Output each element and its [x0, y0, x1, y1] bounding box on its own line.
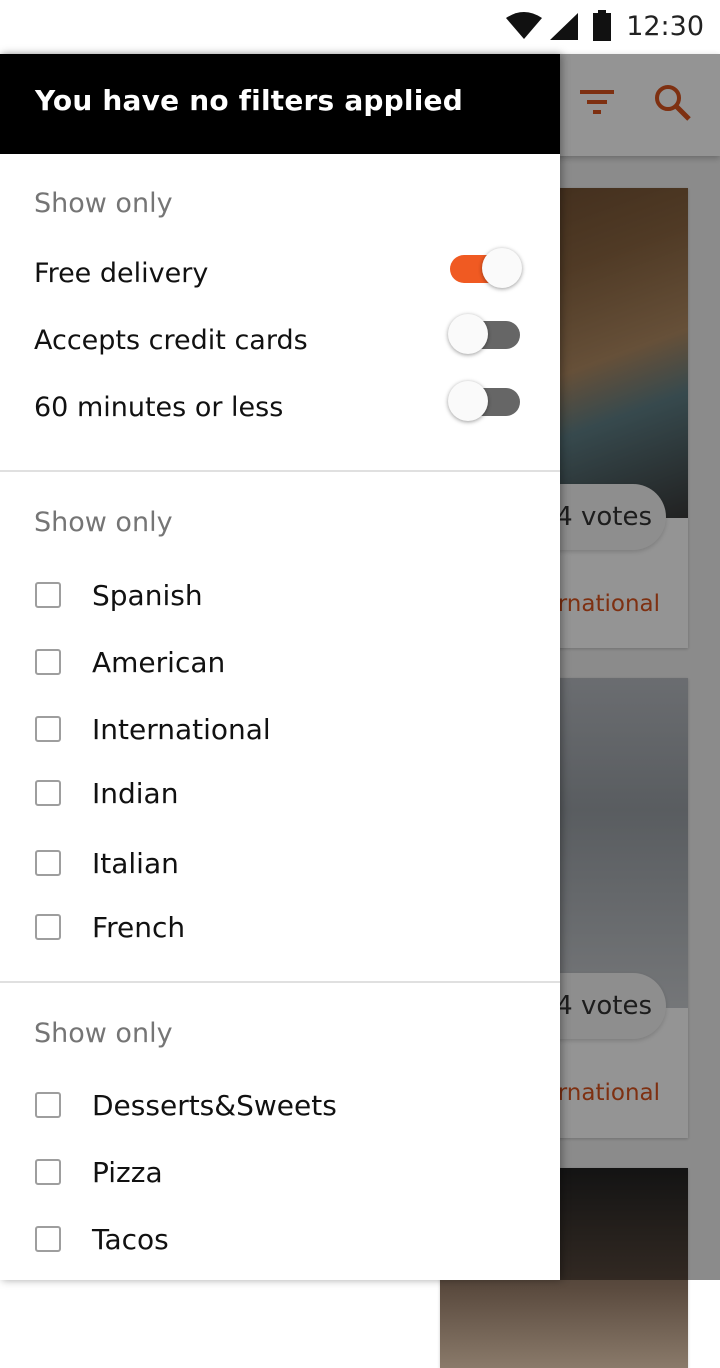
- checkbox-french[interactable]: French: [35, 907, 185, 947]
- section-label: Show only: [34, 1018, 173, 1049]
- checkbox-box[interactable]: [35, 716, 61, 742]
- checkbox-italian[interactable]: Italian: [35, 843, 179, 883]
- status-icons: 12:30: [506, 6, 704, 46]
- checkbox-international[interactable]: International: [35, 709, 271, 749]
- checkbox-box[interactable]: [35, 850, 61, 876]
- checkbox-label: Tacos: [92, 1222, 169, 1256]
- checkbox-tacos[interactable]: Tacos: [35, 1219, 169, 1259]
- switch-thumb: [482, 248, 522, 288]
- wifi-icon: [506, 12, 543, 39]
- section-divider: [0, 981, 560, 983]
- checkbox-label: American: [92, 645, 226, 679]
- switch-thumb: [448, 314, 488, 354]
- checkbox-box[interactable]: [35, 780, 61, 806]
- checkbox-box[interactable]: [35, 649, 61, 675]
- section-label: Show only: [34, 507, 173, 538]
- section-divider: [0, 470, 560, 472]
- checkbox-label: Indian: [92, 776, 179, 810]
- checkbox-box[interactable]: [35, 914, 61, 940]
- toggle-label-60-minutes: 60 minutes or less: [34, 392, 284, 423]
- cell-signal-icon: [550, 13, 579, 40]
- credit-cards-switch[interactable]: [448, 314, 524, 358]
- checkbox-box[interactable]: [35, 582, 61, 608]
- checkbox-box[interactable]: [35, 1226, 61, 1252]
- battery-icon: [593, 10, 612, 41]
- filter-drawer: You have no filters applied Show only Fr…: [0, 54, 560, 1280]
- status-bar: 12:30: [0, 0, 720, 54]
- checkbox-american[interactable]: American: [35, 642, 225, 682]
- switch-thumb: [448, 381, 488, 421]
- checkbox-label: French: [92, 910, 186, 944]
- checkbox-label: Italian: [92, 846, 179, 880]
- drawer-header: You have no filters applied: [0, 54, 560, 154]
- toggle-label-free-delivery: Free delivery: [34, 258, 209, 289]
- checkbox-label: Spanish: [92, 578, 203, 612]
- checkbox-box[interactable]: [35, 1092, 61, 1118]
- checkbox-label: Desserts&Sweets: [92, 1088, 337, 1122]
- checkbox-spanish[interactable]: Spanish: [35, 575, 203, 615]
- checkbox-indian[interactable]: Indian: [35, 773, 178, 813]
- checkbox-desserts-sweets[interactable]: Desserts&Sweets: [35, 1085, 337, 1125]
- section-label: Show only: [34, 188, 173, 219]
- checkbox-pizza[interactable]: Pizza: [35, 1152, 163, 1192]
- free-delivery-switch[interactable]: [448, 248, 524, 292]
- checkbox-label: Pizza: [92, 1155, 163, 1189]
- checkbox-label: International: [92, 712, 271, 746]
- sixty-minutes-switch[interactable]: [448, 381, 524, 425]
- checkbox-box[interactable]: [35, 1159, 61, 1185]
- clock: 12:30: [626, 10, 704, 42]
- filter-status-title: You have no filters applied: [35, 84, 463, 117]
- toggle-label-credit-cards: Accepts credit cards: [34, 325, 308, 356]
